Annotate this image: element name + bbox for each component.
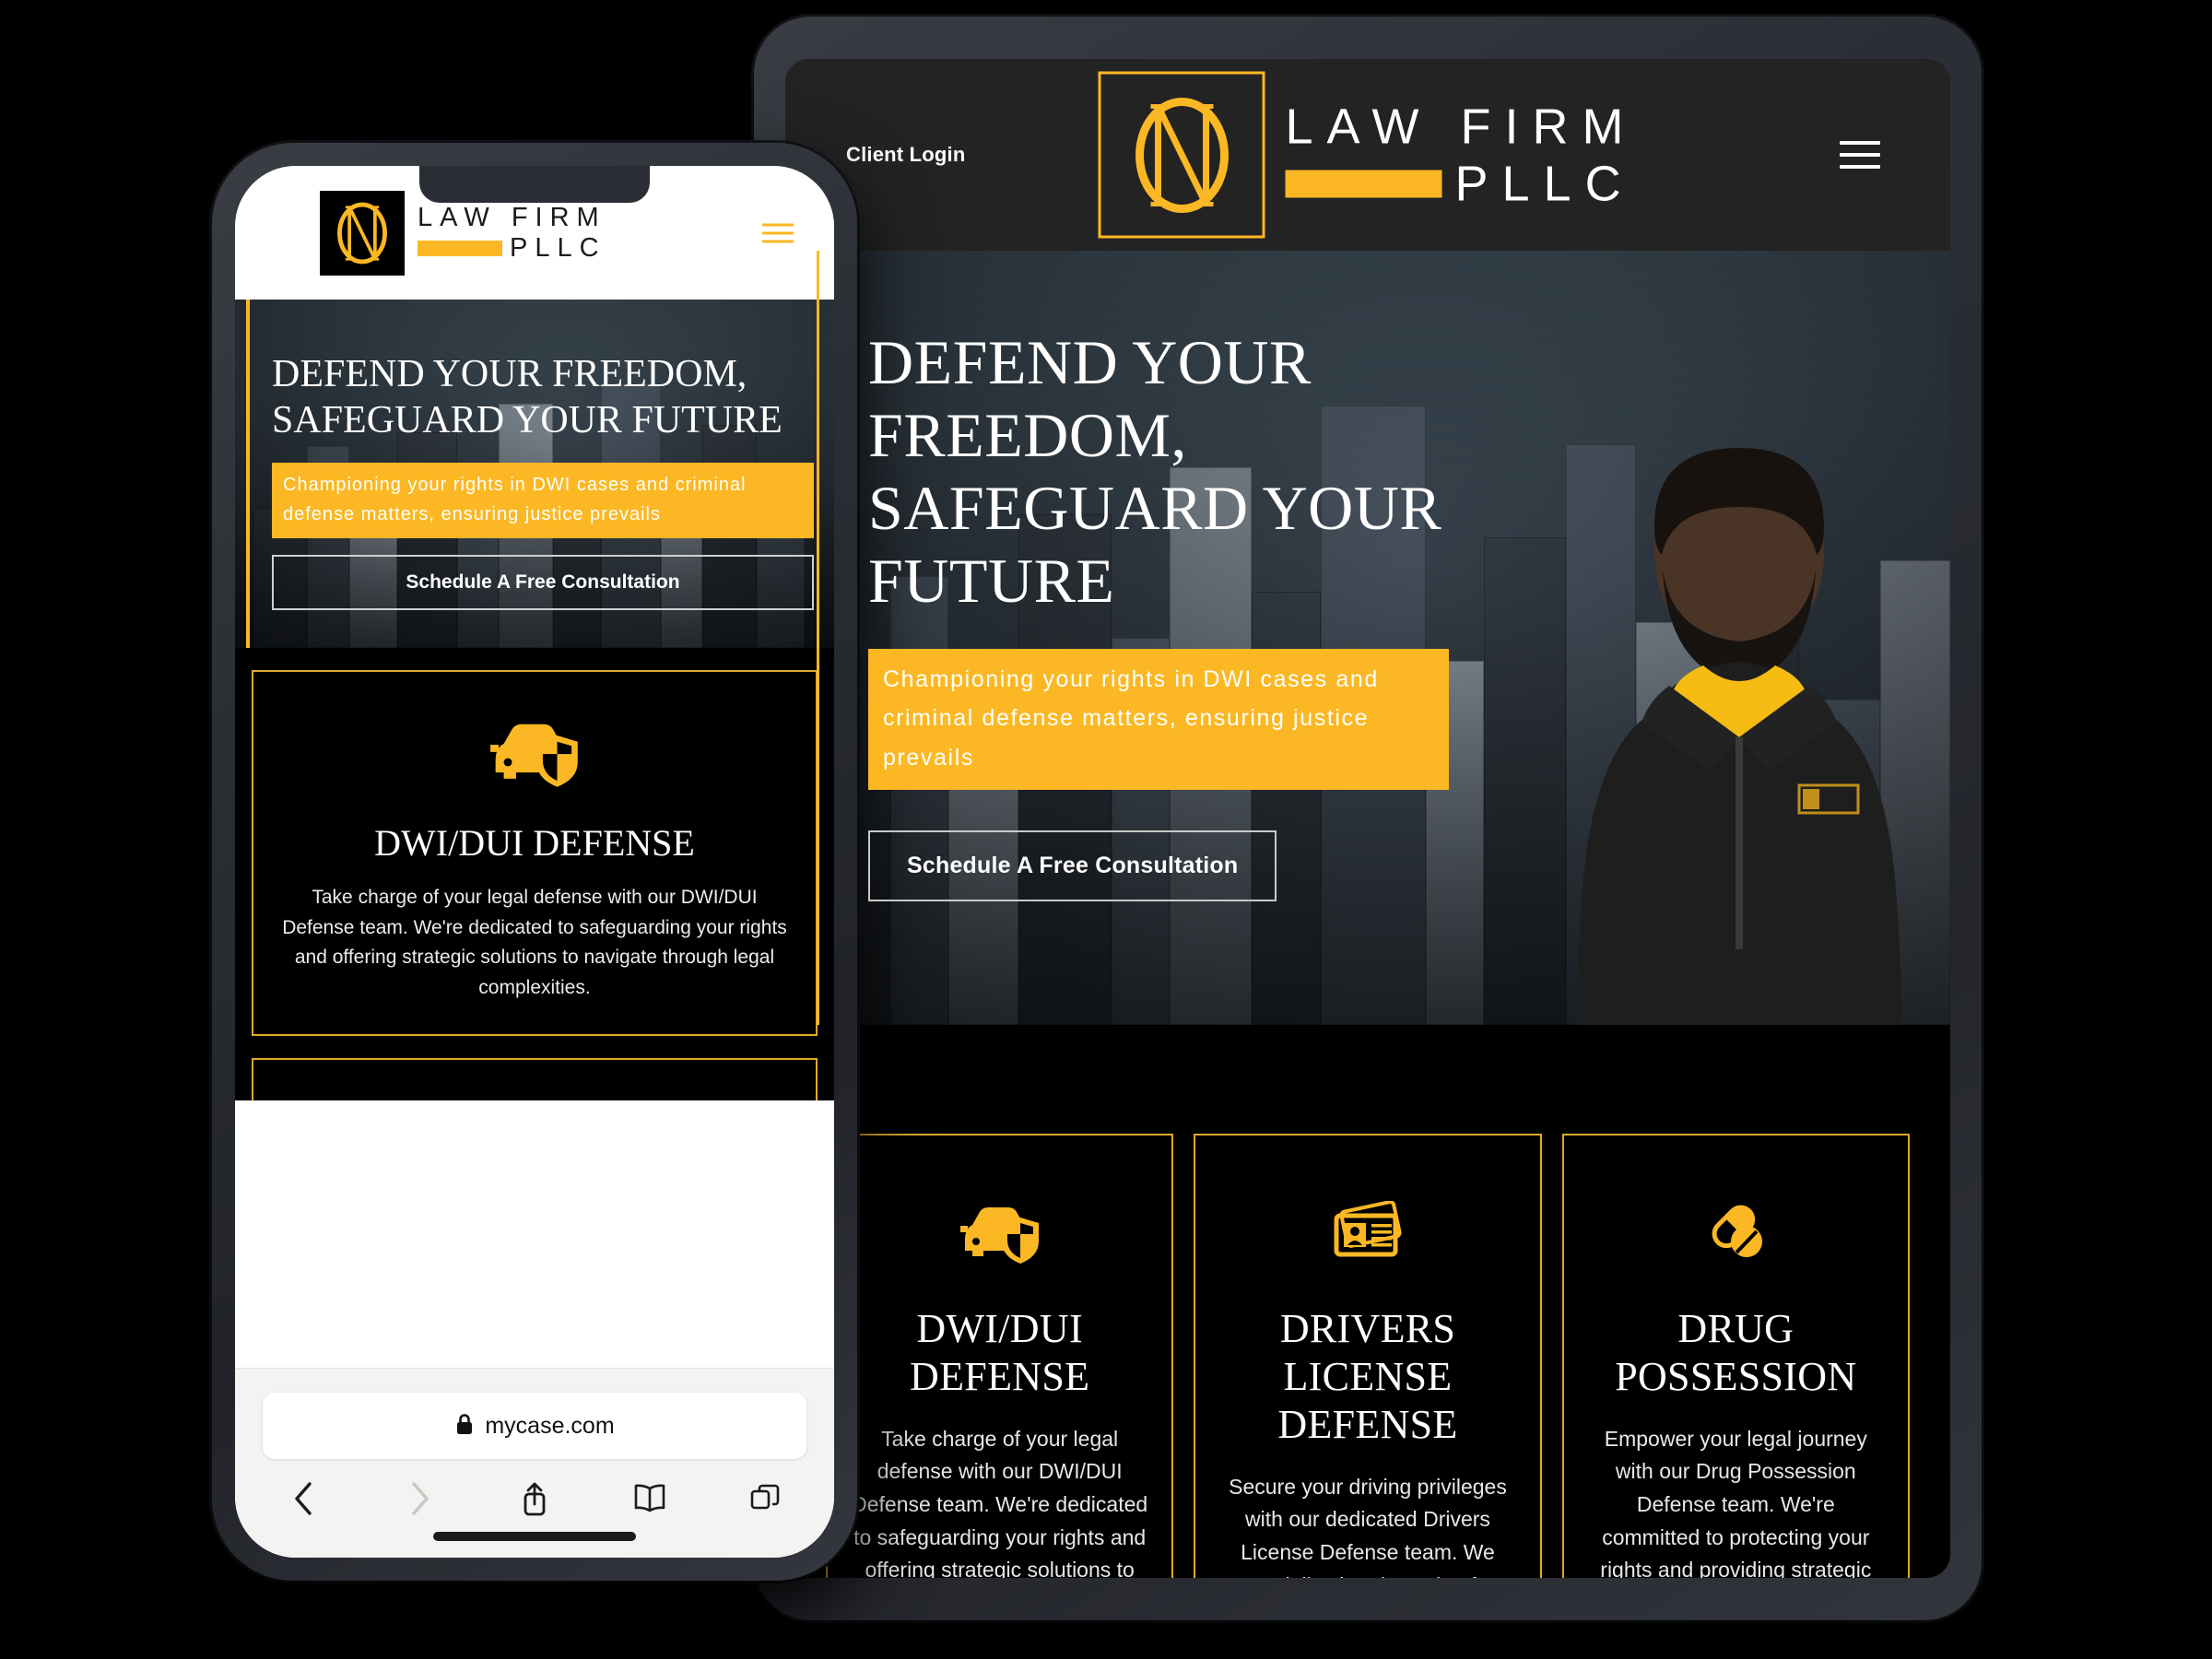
logo-accent-bar [418, 241, 502, 257]
chevron-left-icon[interactable] [283, 1477, 325, 1520]
lock-icon [454, 1412, 475, 1441]
address-bar[interactable]: mycase.com [263, 1393, 806, 1459]
tablet-device: Client Login LAW FIRM PLLC DEFEND YOUR F… [754, 17, 1982, 1620]
logo-wordmark: LAW FIRM PLLC [418, 202, 606, 264]
hamburger-menu-icon[interactable] [762, 223, 794, 242]
hero-heading: DEFEND YOUR FREEDOM, SAFEGUARD YOUR FUTU… [272, 353, 782, 442]
service-card[interactable]: DWI/DUI DEFENSE Take charge of your lega… [826, 1134, 1174, 1578]
service-card[interactable]: DRUG POSSESSION Empower your legal journ… [1561, 1134, 1910, 1578]
hamburger-menu-icon[interactable] [1840, 141, 1880, 169]
pills-icon [1588, 1189, 1884, 1277]
hero-accent-line [246, 300, 250, 648]
logo-line-2: PLLC [1454, 156, 1635, 212]
service-title: DWI/DUI DEFENSE [374, 822, 695, 864]
site-logo[interactable]: LAW FIRM PLLC [320, 190, 606, 276]
service-title: DRIVERS LICENSE DEFENSE [1277, 1306, 1458, 1447]
client-login-link[interactable]: Client Login [846, 143, 966, 167]
tablet-screen: Client Login LAW FIRM PLLC DEFEND YOUR F… [785, 59, 1950, 1578]
service-card-list: DWI/DUI DEFENSE Take charge of your lega… [826, 1134, 1910, 1578]
tablet-hero-section: DEFEND YOUR FREEDOM, SAFEGUARD YOUR FUTU… [785, 251, 1950, 1025]
share-icon[interactable] [513, 1477, 556, 1520]
logo-wordmark: LAW FIRM PLLC [1285, 99, 1638, 212]
service-description: Take charge of your legal defense with o… [852, 1426, 1148, 1578]
id-card-icon [1219, 1189, 1515, 1277]
logo-monogram-box [1098, 71, 1265, 239]
service-title: DRUG POSSESSION [1615, 1306, 1857, 1399]
safari-browser-chrome: mycase.com [235, 1368, 834, 1558]
chevron-right-icon[interactable] [398, 1477, 441, 1520]
hero-content: DEFEND YOUR FREEDOM, SAFEGUARD YOUR FUTU… [272, 351, 814, 610]
service-card[interactable]: DWI/DUI DEFENSE Take charge of your lega… [252, 670, 818, 1037]
car-shield-icon [277, 709, 792, 797]
schedule-consultation-button[interactable]: Schedule A Free Consultation [868, 830, 1277, 901]
car-shield-icon [852, 1189, 1147, 1277]
hero-subtitle: Championing your rights in DWI cases and… [272, 462, 814, 538]
logo-line-1: LAW FIRM [418, 202, 606, 232]
logo-monogram-box [320, 190, 405, 276]
monogram-n-icon [1101, 75, 1263, 236]
phone-screen: LAW FIRM PLLC DEFEND YOUR FREEDOM, SAFEG… [235, 166, 834, 1558]
service-description: Secure your driving privileges with our … [1229, 1474, 1507, 1578]
service-description: Empower your legal journey with our Drug… [1600, 1426, 1872, 1578]
logo-line-1: LAW FIRM [1285, 99, 1638, 155]
service-card[interactable]: DRIVERS LICENSE DEFENSE Secure your driv… [1194, 1134, 1542, 1578]
tablet-site-header: Client Login LAW FIRM PLLC [785, 59, 1950, 251]
book-icon[interactable] [629, 1477, 671, 1520]
monogram-n-icon [320, 191, 405, 276]
home-indicator [433, 1532, 636, 1541]
service-card-next[interactable] [252, 1058, 818, 1101]
url-text: mycase.com [485, 1412, 615, 1439]
phone-notch [419, 166, 650, 203]
service-description: Take charge of your legal defense with o… [282, 887, 787, 998]
phone-hero-section: DEFEND YOUR FREEDOM, SAFEGUARD YOUR FUTU… [235, 300, 834, 648]
site-logo[interactable]: LAW FIRM PLLC [1098, 71, 1638, 239]
service-title: DWI/DUI DEFENSE [910, 1306, 1090, 1399]
phone-services-section: DWI/DUI DEFENSE Take charge of your lega… [235, 648, 834, 1101]
hero-accent-line [817, 251, 819, 1025]
hero-heading: DEFEND YOUR FREEDOM, SAFEGUARD YOUR FUTU… [868, 327, 1442, 616]
schedule-consultation-button[interactable]: Schedule A Free Consultation [272, 554, 814, 610]
logo-line-2: PLLC [510, 233, 606, 264]
hero-subtitle: Championing your rights in DWI cases and… [868, 648, 1449, 790]
hero-content: DEFEND YOUR FREEDOM, SAFEGUARD YOUR FUTU… [868, 326, 1458, 901]
device-mockup-stage: Client Login LAW FIRM PLLC DEFEND YOUR F… [0, 0, 2212, 1659]
attorney-portrait [1541, 389, 1937, 1025]
browser-toolbar [235, 1459, 834, 1520]
tablet-services-section: DWI/DUI DEFENSE Take charge of your lega… [785, 1025, 1950, 1578]
tabs-icon[interactable] [744, 1477, 786, 1520]
logo-accent-bar [1285, 170, 1442, 198]
phone-device: LAW FIRM PLLC DEFEND YOUR FREEDOM, SAFEG… [212, 143, 857, 1581]
